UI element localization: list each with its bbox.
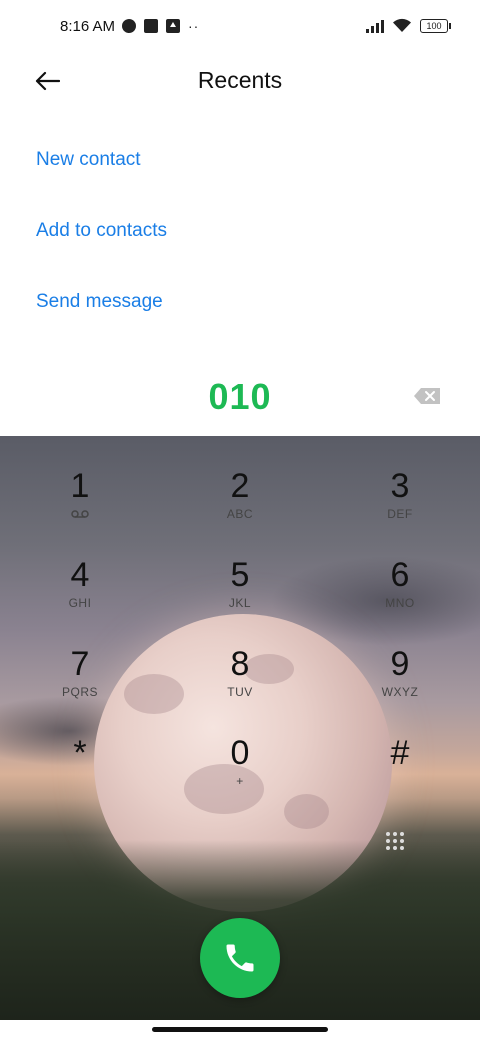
home-indicator[interactable]: [152, 1027, 328, 1032]
dialpad: 1 2 ABC 3 DEF 4 GHI 5 JKL 6 MNO 7 PQRS 8…: [0, 436, 480, 816]
key-letters: TUV: [227, 685, 253, 699]
key-digit: 8: [230, 645, 250, 683]
wifi-icon: [393, 18, 411, 32]
key-digit: 6: [390, 556, 410, 594]
key-0[interactable]: 0 +: [180, 733, 300, 813]
key-letters: JKL: [228, 596, 252, 610]
key-digit: 7: [70, 645, 90, 683]
add-to-contacts-link[interactable]: Add to contacts: [36, 220, 167, 242]
key-digit: *: [73, 734, 87, 772]
key-letters: PQRS: [61, 685, 98, 699]
status-icons-right: 100: [366, 18, 451, 33]
key-letters: WXYZ: [381, 685, 419, 699]
voicemail-icon: [71, 510, 89, 518]
key-8[interactable]: 8 TUV: [180, 644, 300, 724]
upload-icon: [166, 19, 180, 33]
dialer-panel: 010 1 2 ABC 3 DEF 4 GHI 5 JKL 6 MNO 7 PQ…: [0, 352, 480, 1040]
signal-icon: [366, 19, 384, 33]
key-digit: 2: [230, 467, 250, 505]
battery-icon: 100: [420, 18, 451, 33]
key-letters: GHI: [68, 596, 92, 610]
key-digit: 3: [390, 467, 410, 505]
home-indicator-area: [0, 1020, 480, 1040]
send-message-link[interactable]: Send message: [36, 291, 163, 313]
app-icon: [122, 19, 136, 33]
key-3[interactable]: 3 DEF: [340, 466, 460, 546]
key-letters: MNO: [385, 596, 415, 610]
key-digit: 4: [70, 556, 90, 594]
key-letters: ABC: [226, 507, 254, 521]
square-icon: [144, 19, 158, 33]
status-icons-left: ··: [122, 19, 199, 33]
key-digit: 0: [230, 734, 250, 772]
call-button[interactable]: [200, 918, 280, 998]
status-bar: 8:16 AM ·· 100: [0, 0, 480, 56]
key-6[interactable]: 6 MNO: [340, 555, 460, 635]
dialed-number[interactable]: 010: [0, 376, 480, 418]
phone-icon: [226, 944, 254, 972]
new-contact-link[interactable]: New contact: [36, 149, 141, 171]
status-time: 8:16 AM: [60, 18, 116, 35]
page-title: Recents: [197, 67, 283, 93]
key-2[interactable]: 2 ABC: [180, 466, 300, 546]
key-digit: 9: [390, 645, 410, 683]
number-display-bar: 010: [0, 352, 480, 436]
key-4[interactable]: 4 GHI: [20, 555, 140, 635]
key-5[interactable]: 5 JKL: [180, 555, 300, 635]
key-letters: +: [236, 774, 244, 788]
key-digit: 5: [230, 556, 250, 594]
key-9[interactable]: 9 WXYZ: [340, 644, 460, 724]
more-dots-icon: ··: [188, 18, 200, 34]
key-hash[interactable]: #: [340, 733, 460, 813]
backspace-icon[interactable]: [414, 388, 440, 404]
key-digit: #: [390, 734, 410, 772]
key-digit: 1: [70, 467, 90, 505]
key-1[interactable]: 1: [20, 466, 140, 546]
key-star[interactable]: *: [20, 733, 140, 813]
dialpad-menu-icon[interactable]: [386, 832, 404, 850]
battery-level: 100: [426, 20, 442, 31]
key-letters: DEF: [387, 507, 413, 521]
key-7[interactable]: 7 PQRS: [20, 644, 140, 724]
